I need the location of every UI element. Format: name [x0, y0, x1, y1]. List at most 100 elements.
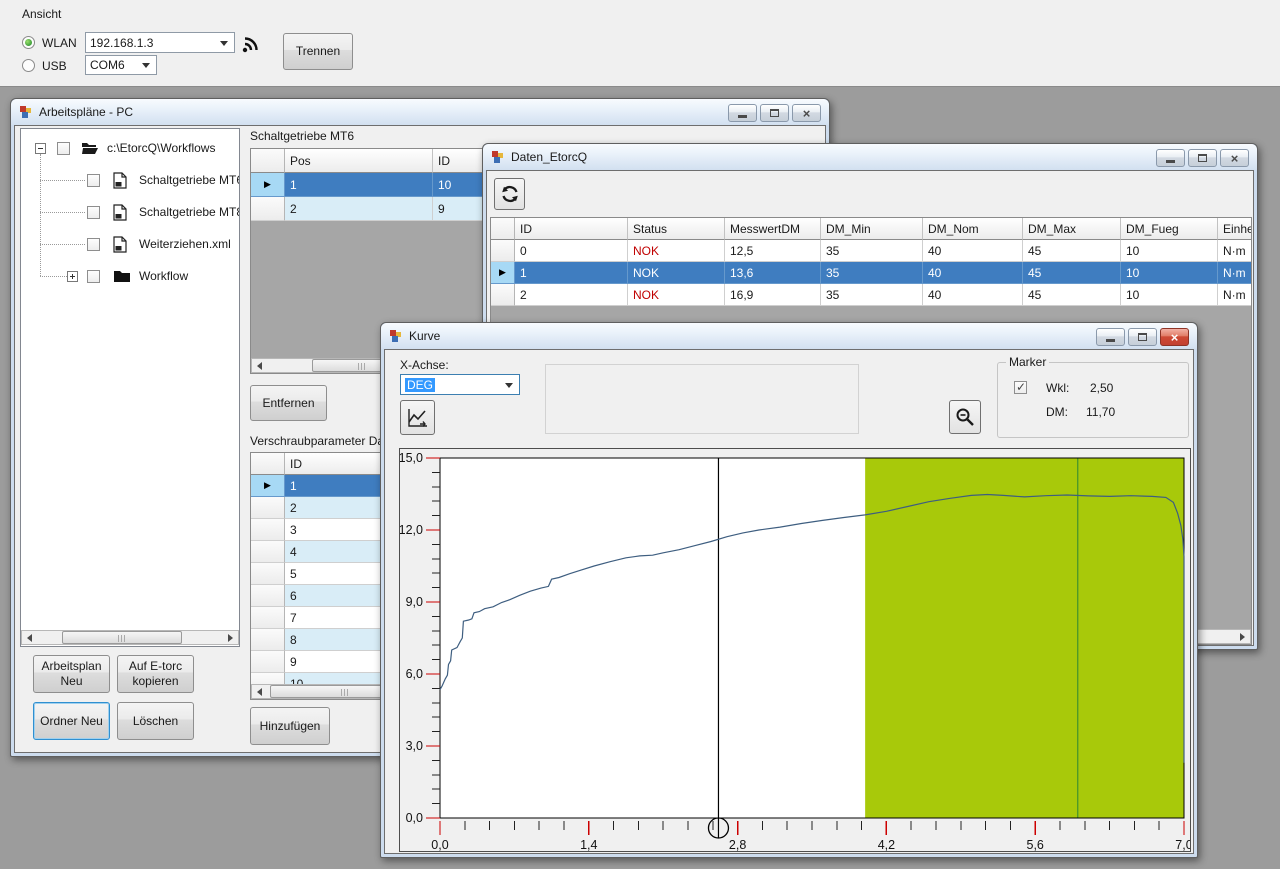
scroll-left-button[interactable] [22, 631, 37, 644]
arbeitsplaene-titlebar[interactable]: Arbeitspläne - PC × [11, 99, 829, 125]
grid-column-header[interactable]: ID [433, 149, 484, 173]
ordner-neu-button[interactable]: Ordner Neu [33, 702, 110, 740]
grid-row-header[interactable]: ▶ [251, 173, 285, 197]
close-button[interactable]: × [792, 104, 821, 122]
grid-cell[interactable]: 35 [821, 284, 923, 306]
grid-cell[interactable]: 13,6 [725, 262, 821, 284]
grid-row-header[interactable] [251, 629, 285, 651]
grid-cell[interactable]: N·m [1218, 284, 1252, 306]
usb-radio[interactable] [22, 59, 35, 72]
grid-row-header[interactable] [251, 197, 285, 221]
grid-column-header[interactable]: Einheit [1218, 218, 1252, 240]
grid-row-header[interactable] [251, 519, 285, 541]
grid-cell[interactable]: 10 [433, 173, 484, 197]
tree-horizontal-scrollbar[interactable] [21, 630, 239, 645]
zoom-button[interactable] [949, 400, 981, 434]
scroll-left-button[interactable] [252, 359, 267, 372]
tree-node-checkbox[interactable] [87, 270, 100, 283]
grid-cell[interactable]: 2 [515, 284, 628, 306]
grid-row-header[interactable] [251, 497, 285, 519]
grid-row-header[interactable] [251, 563, 285, 585]
tree-item[interactable]: c:\EtorcQ\Workflows [21, 137, 239, 159]
grid-cell[interactable]: 40 [923, 262, 1023, 284]
grid-cell[interactable]: 45 [1023, 240, 1121, 262]
grid-row-header[interactable] [491, 240, 515, 262]
torque-curve-chart[interactable]: 0,03,06,09,012,015,00,01,42,84,25,67,0 [399, 448, 1191, 852]
expand-plus-icon[interactable] [67, 271, 78, 282]
wlan-ip-combobox[interactable]: 192.168.1.3 [85, 32, 235, 53]
maximize-button[interactable] [1188, 149, 1217, 167]
scroll-left-button[interactable] [252, 685, 267, 698]
grid-cell[interactable]: 45 [1023, 262, 1121, 284]
grid-cell[interactable]: N·m [1218, 262, 1252, 284]
marker-checkbox[interactable] [1014, 381, 1027, 394]
grid-cell[interactable]: 45 [1023, 284, 1121, 306]
grid-cell[interactable]: 16,9 [725, 284, 821, 306]
grid-cell[interactable]: N·m [1218, 240, 1252, 262]
grid-cell[interactable]: 1 [285, 173, 433, 197]
minimize-button[interactable] [728, 104, 757, 122]
grid-cell[interactable]: 0 [515, 240, 628, 262]
grid-cell[interactable]: 12,5 [725, 240, 821, 262]
grid-cell[interactable]: 1 [515, 262, 628, 284]
tree-node-checkbox[interactable] [87, 174, 100, 187]
close-button[interactable]: × [1220, 149, 1249, 167]
scrollbar-thumb[interactable] [62, 631, 182, 644]
hinzufuegen-button[interactable]: Hinzufügen [250, 707, 330, 745]
grid-cell[interactable]: NOK [628, 240, 725, 262]
grid-column-header[interactable]: DM_Fueg [1121, 218, 1218, 240]
grid-row-header[interactable]: ▶ [251, 475, 285, 497]
scroll-right-button[interactable] [223, 631, 238, 644]
grid-cell[interactable]: 35 [821, 262, 923, 284]
arbeitsplan-neu-button[interactable]: Arbeitsplan Neu [33, 655, 110, 693]
grid-row-header[interactable]: ▶ [491, 262, 515, 284]
show-curve-button[interactable] [400, 400, 435, 435]
grid-column-header[interactable]: MesswertDM [725, 218, 821, 240]
grid-row-header[interactable] [491, 284, 515, 306]
minimize-button[interactable] [1096, 328, 1125, 346]
grid-column-header[interactable]: Status [628, 218, 725, 240]
grid-row-header[interactable] [251, 541, 285, 563]
maximize-button[interactable] [760, 104, 789, 122]
loeschen-button[interactable]: Löschen [117, 702, 194, 740]
entfernen-button[interactable]: Entfernen [250, 385, 327, 421]
kurve-titlebar[interactable]: Kurve × [381, 323, 1197, 349]
grid-cell[interactable]: 10 [1121, 284, 1218, 306]
grid-column-header[interactable]: ID [515, 218, 628, 240]
scroll-right-button[interactable] [1235, 630, 1250, 643]
grid-cell[interactable]: 2 [285, 197, 433, 221]
collapse-minus-icon[interactable] [35, 143, 46, 154]
xachse-combobox[interactable]: DEG [400, 374, 520, 395]
minimize-button[interactable] [1156, 149, 1185, 167]
wlan-radio[interactable] [22, 36, 35, 49]
trennen-button[interactable]: Trennen [283, 33, 353, 70]
grid-cell[interactable]: 10 [1121, 262, 1218, 284]
curve-plot[interactable]: 0,03,06,09,012,015,00,01,42,84,25,67,0 [400, 449, 1190, 851]
grid-row-header[interactable] [251, 651, 285, 673]
tree-node-checkbox[interactable] [87, 206, 100, 219]
grid-column-header[interactable]: DM_Max [1023, 218, 1121, 240]
usb-port-combobox[interactable]: COM6 [85, 55, 157, 75]
grid-row-header[interactable] [251, 607, 285, 629]
close-button[interactable]: × [1160, 328, 1189, 346]
workflow-tree[interactable]: c:\EtorcQ\WorkflowsSchaltgetriebe MT6Sch… [20, 128, 240, 647]
auf-etorc-kopieren-button[interactable]: Auf E-torc kopieren [117, 655, 194, 693]
grid-cell[interactable]: 10 [1121, 240, 1218, 262]
grid-cell[interactable]: 40 [923, 284, 1023, 306]
grid-column-header[interactable]: DM_Nom [923, 218, 1023, 240]
grid-cell[interactable]: 40 [923, 240, 1023, 262]
grid-column-header[interactable]: DM_Min [821, 218, 923, 240]
grid-cell[interactable]: 35 [821, 240, 923, 262]
tree-node-checkbox[interactable] [57, 142, 70, 155]
menu-ansicht[interactable]: Ansicht [18, 5, 65, 23]
tree-node-checkbox[interactable] [87, 238, 100, 251]
grid-column-header[interactable]: Pos [285, 149, 433, 173]
y-axis-label: 6,0 [406, 667, 423, 681]
grid-cell[interactable]: 9 [433, 197, 484, 221]
daten-titlebar[interactable]: Daten_EtorcQ × [483, 144, 1257, 170]
grid-cell[interactable]: NOK [628, 284, 725, 306]
refresh-button[interactable] [494, 178, 525, 210]
grid-cell[interactable]: NOK [628, 262, 725, 284]
maximize-button[interactable] [1128, 328, 1157, 346]
grid-row-header[interactable] [251, 585, 285, 607]
